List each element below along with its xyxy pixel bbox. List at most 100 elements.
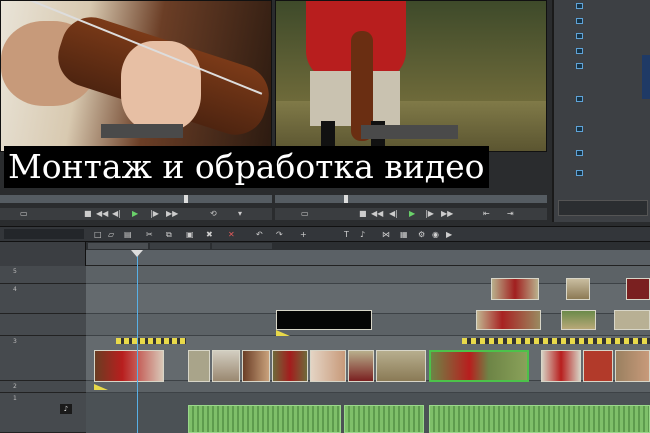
audio-spacer (86, 393, 650, 403)
step-back-icon[interactable]: ◀| (389, 208, 398, 220)
panel-button[interactable] (576, 33, 583, 39)
timeline-toolbar: □ ▱ ▤ ✂ ⧉ ▣ ✖ ✕ ↶ ↷ + T ♪ ⋈ ▦ ⚙ ◉ ▶ (0, 226, 650, 242)
tab-timeline-3[interactable] (212, 243, 272, 249)
loop-icon[interactable]: ⟲ (210, 208, 217, 220)
speaker-icon[interactable]: ♪ (360, 229, 365, 241)
video-clip[interactable] (566, 278, 590, 300)
player-controls: ▭ ■ ◀◀ ◀| ▶ |▶ ▶▶ ⟲ ▾ (0, 208, 272, 220)
menu-icon[interactable]: ▾ (238, 208, 242, 220)
audio-track (86, 403, 650, 433)
redo-icon[interactable]: ↷ (276, 229, 283, 241)
panel-footer (558, 200, 648, 216)
panel-button[interactable] (576, 48, 583, 54)
save-icon[interactable]: ▤ (124, 229, 132, 241)
text-icon[interactable]: T (344, 229, 349, 241)
rewind-icon[interactable]: ◀◀ (96, 208, 108, 220)
stop-icon[interactable]: ■ (84, 208, 92, 220)
timecode-field[interactable] (4, 229, 84, 239)
video-clip[interactable] (310, 350, 346, 382)
video-clip[interactable] (94, 350, 164, 382)
forward-icon[interactable]: ▶▶ (441, 208, 453, 220)
player-scrubber[interactable] (0, 195, 272, 203)
settings-icon[interactable]: ⚙ (418, 229, 425, 241)
track-header-2[interactable]: 2 (0, 381, 86, 393)
speaker-icon[interactable]: ♪ (60, 404, 72, 414)
mark-in-icon[interactable]: ▭ (301, 208, 309, 220)
video-clip[interactable] (614, 310, 650, 330)
panel-button[interactable] (576, 63, 583, 69)
remove-icon[interactable]: ✕ (228, 229, 235, 241)
recorder-viewer[interactable] (275, 0, 547, 152)
step-back-icon[interactable]: ◀| (112, 208, 121, 220)
video-clip[interactable] (212, 350, 240, 382)
video-clip[interactable] (491, 278, 539, 300)
track-header-5[interactable]: 5 (0, 266, 86, 284)
video-clip[interactable] (561, 310, 596, 330)
video-clip[interactable] (348, 350, 374, 382)
play-icon[interactable]: ▶ (446, 229, 452, 241)
scroll-strip[interactable] (642, 55, 650, 99)
paste-icon[interactable]: ▣ (186, 229, 194, 241)
audio-clip[interactable] (188, 405, 341, 433)
tab-strip (0, 242, 650, 250)
video-clip[interactable] (626, 278, 650, 300)
page-title: Монтаж и обработка видео (4, 146, 489, 188)
transition-marker[interactable] (276, 330, 290, 336)
recorder-controls: ▭ ■ ◀◀ ◀| ▶ |▶ ▶▶ ⇤ ⇥ (275, 208, 547, 220)
split-icon[interactable]: ⇥ (507, 208, 514, 220)
record-icon[interactable]: ◉ (432, 229, 439, 241)
video-clip[interactable] (541, 350, 581, 382)
track-header-spacer (0, 314, 86, 336)
time-ruler[interactable] (86, 250, 650, 266)
add-icon[interactable]: + (300, 229, 307, 241)
copy-icon[interactable]: ⧉ (166, 229, 172, 241)
step-forward-icon[interactable]: |▶ (150, 208, 159, 220)
play-icon[interactable]: ▶ (409, 208, 415, 220)
rewind-icon[interactable]: ◀◀ (371, 208, 383, 220)
cut-icon[interactable]: ✂ (146, 229, 153, 241)
recorder-scrubber[interactable] (275, 195, 547, 203)
delete-icon[interactable]: ✖ (206, 229, 213, 241)
render-icon[interactable]: ▦ (400, 229, 408, 241)
track-headers: 5 4 3 2 1 (0, 242, 86, 433)
video-clip[interactable] (376, 350, 426, 382)
play-icon[interactable]: ▶ (132, 208, 138, 220)
video-clip[interactable] (583, 350, 613, 382)
panel-button[interactable] (576, 126, 583, 132)
transition-marker[interactable] (94, 384, 108, 390)
track-header-1[interactable]: 1 (0, 393, 86, 433)
track-lane (86, 381, 650, 393)
panel-button[interactable] (576, 3, 583, 9)
playhead-handle[interactable] (131, 250, 143, 257)
black-clip[interactable] (276, 310, 372, 330)
video-clip[interactable] (242, 350, 270, 382)
open-icon[interactable]: ▱ (108, 229, 114, 241)
panel-button[interactable] (576, 18, 583, 24)
fx-icon[interactable]: ⋈ (382, 229, 390, 241)
marker-strip (462, 338, 650, 344)
panel-button[interactable] (576, 96, 583, 102)
tab-timeline-2[interactable] (150, 243, 210, 249)
track-header-3[interactable]: 3 (0, 336, 86, 381)
step-forward-icon[interactable]: |▶ (425, 208, 434, 220)
trim-icon[interactable]: ⇤ (483, 208, 490, 220)
mark-in-icon[interactable]: ▭ (20, 208, 28, 220)
playhead[interactable] (137, 252, 138, 433)
audio-clip[interactable] (429, 405, 650, 433)
panel-button[interactable] (576, 170, 583, 176)
tab-timeline[interactable] (88, 243, 148, 249)
marker-strip (116, 338, 186, 344)
player-viewer[interactable] (0, 0, 272, 152)
selected-video-clip[interactable] (429, 350, 529, 382)
undo-icon[interactable]: ↶ (256, 229, 263, 241)
track-header-4[interactable]: 4 (0, 284, 86, 314)
stop-icon[interactable]: ■ (359, 208, 367, 220)
video-clip[interactable] (272, 350, 308, 382)
video-clip[interactable] (615, 350, 650, 382)
video-clip[interactable] (188, 350, 210, 382)
audio-clip[interactable] (344, 405, 424, 433)
video-clip[interactable] (476, 310, 541, 330)
new-icon[interactable]: □ (94, 229, 102, 241)
panel-button[interactable] (576, 150, 583, 156)
forward-icon[interactable]: ▶▶ (166, 208, 178, 220)
